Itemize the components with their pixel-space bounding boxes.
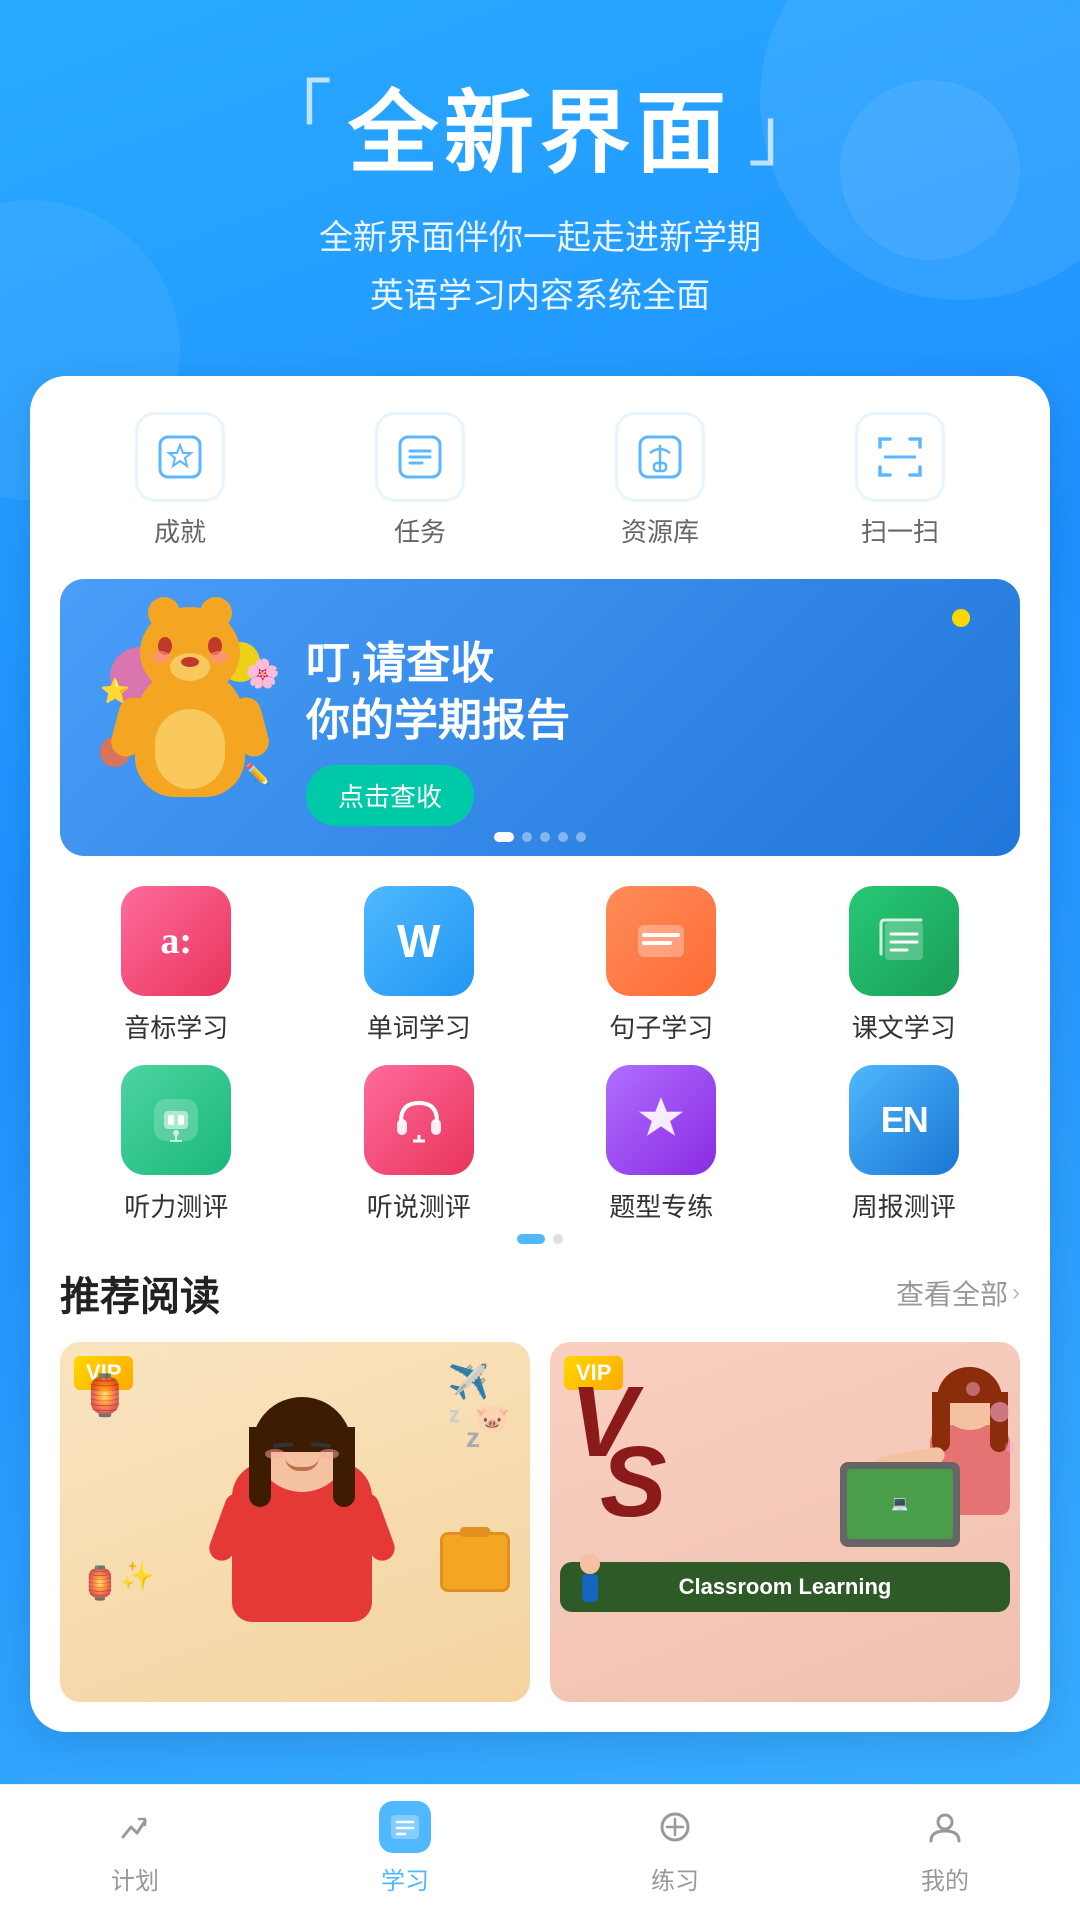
tasks-icon [375, 412, 465, 502]
main-card: 成就 任务 [30, 376, 1050, 1732]
reading-cards: VIP 🏮 ✈️ 🐷 💰 🏮 ✨ [60, 1342, 1020, 1702]
phonetics-label: 音标学习 [124, 1008, 228, 1045]
app-item-words[interactable]: W 单词学习 [303, 886, 536, 1045]
section-title: 推荐阅读 [60, 1264, 220, 1322]
weekly-label: 周报测评 [852, 1187, 956, 1224]
weekly-icon: EN [849, 1065, 959, 1175]
banner-click-button[interactable]: 点击查收 [306, 765, 474, 826]
resources-label: 资源库 [621, 512, 699, 549]
banner[interactable]: 🌸 ⭐ ✏️ 叮,请查收你的学期报告 点击查收 [60, 579, 1020, 856]
quick-item-scan[interactable]: 扫一扫 [855, 412, 945, 549]
nav-item-plan[interactable]: 计划 [55, 1801, 215, 1896]
app-item-speaktest[interactable]: 听说测评 [303, 1065, 536, 1224]
phonetics-icon: a: [121, 886, 231, 996]
subtitle-line2: 英语学习内容系统全面 [40, 268, 1040, 326]
nav-item-mine[interactable]: 我的 [865, 1801, 1025, 1896]
banner-illustration: 🌸 ⭐ ✏️ [90, 637, 290, 797]
section-header: 推荐阅读 查看全部 › [60, 1264, 1020, 1322]
mine-label: 我的 [921, 1861, 969, 1896]
app-item-topic[interactable]: 题型专练 [545, 1065, 778, 1224]
app-item-text[interactable]: 课文学习 [788, 886, 1021, 1045]
see-all-label: 查看全部 [896, 1273, 1008, 1313]
practice-label: 练习 [651, 1861, 699, 1896]
study-icon [379, 1801, 431, 1853]
sentences-icon [606, 886, 716, 996]
words-label: 单词学习 [367, 1008, 471, 1045]
quick-item-achievements[interactable]: 成就 [135, 412, 225, 549]
recommended-section: 推荐阅读 查看全部 › VIP 🏮 ✈️ 🐷 💰 🏮 ✨ [60, 1264, 1020, 1702]
page-indicator-dot-2 [553, 1234, 563, 1244]
resources-icon [615, 412, 705, 502]
classroom-learning-text: Classroom Learning [576, 1574, 994, 1600]
listening-icon [121, 1065, 231, 1175]
quick-item-tasks[interactable]: 任务 [375, 412, 465, 549]
listening-label: 听力测评 [124, 1187, 228, 1224]
study-label: 学习 [381, 1861, 429, 1896]
dot-4 [558, 832, 568, 842]
card2-illustration: V S [550, 1342, 1020, 1622]
topic-label: 题型专练 [609, 1187, 713, 1224]
quick-access-bar: 成就 任务 [60, 412, 1020, 549]
bracket-right-icon: 」 [748, 99, 820, 171]
bottom-navigation: 计划 学习 练习 我的 [0, 1784, 1080, 1920]
chevron-right-icon: › [1012, 1279, 1020, 1307]
subtitle-line1: 全新界面伴你一起走进新学期 [40, 210, 1040, 268]
header-title-row: 「 全新界面 」 [40, 60, 1040, 190]
reading-card-2[interactable]: VIP V S [550, 1342, 1020, 1702]
page-indicator-dot-1 [517, 1234, 545, 1244]
speaktest-label: 听说测评 [367, 1187, 471, 1224]
dot-3 [540, 832, 550, 842]
dot-5 [576, 832, 586, 842]
plan-icon [109, 1801, 161, 1853]
text-icon [849, 886, 959, 996]
plan-label: 计划 [111, 1861, 159, 1896]
speaktest-icon [364, 1065, 474, 1175]
text-label: 课文学习 [852, 1008, 956, 1045]
achievements-label: 成就 [154, 512, 206, 549]
mine-icon [919, 1801, 971, 1853]
tasks-label: 任务 [394, 512, 446, 549]
app-item-sentences[interactable]: 句子学习 [545, 886, 778, 1045]
banner-title: 叮,请查收你的学期报告 [306, 635, 990, 749]
scan-icon [855, 412, 945, 502]
dot-2 [522, 832, 532, 842]
bracket-left-icon: 「 [260, 79, 332, 151]
achievements-icon [135, 412, 225, 502]
see-all-button[interactable]: 查看全部 › [896, 1273, 1020, 1313]
scan-label: 扫一扫 [861, 512, 939, 549]
app-item-weekly[interactable]: EN 周报测评 [788, 1065, 1021, 1224]
app-item-phonetics[interactable]: a: 音标学习 [60, 886, 293, 1045]
app-item-listening[interactable]: 听力测评 [60, 1065, 293, 1224]
banner-dots [494, 832, 586, 842]
nav-item-study[interactable]: 学习 [325, 1801, 485, 1896]
practice-icon [649, 1801, 701, 1853]
dot-1 [494, 832, 514, 842]
main-title: 全新界面 [348, 60, 732, 190]
card1-illustration: 🏮 ✈️ 🐷 💰 🏮 ✨ [60, 1342, 530, 1622]
words-icon: W [364, 886, 474, 996]
quick-item-resources[interactable]: 资源库 [615, 412, 705, 549]
page-indicator [60, 1234, 1020, 1244]
nav-item-practice[interactable]: 练习 [595, 1801, 755, 1896]
reading-card-1[interactable]: VIP 🏮 ✈️ 🐷 💰 🏮 ✨ [60, 1342, 530, 1702]
app-grid: a: 音标学习 W 单词学习 句子学习 [60, 886, 1020, 1224]
banner-content: 叮,请查收你的学期报告 点击查收 [290, 609, 990, 826]
header-subtitle: 全新界面伴你一起走进新学期 英语学习内容系统全面 [40, 210, 1040, 326]
header: 「 全新界面 」 全新界面伴你一起走进新学期 英语学习内容系统全面 [0, 0, 1080, 356]
sentences-label: 句子学习 [609, 1008, 713, 1045]
topic-icon [606, 1065, 716, 1175]
